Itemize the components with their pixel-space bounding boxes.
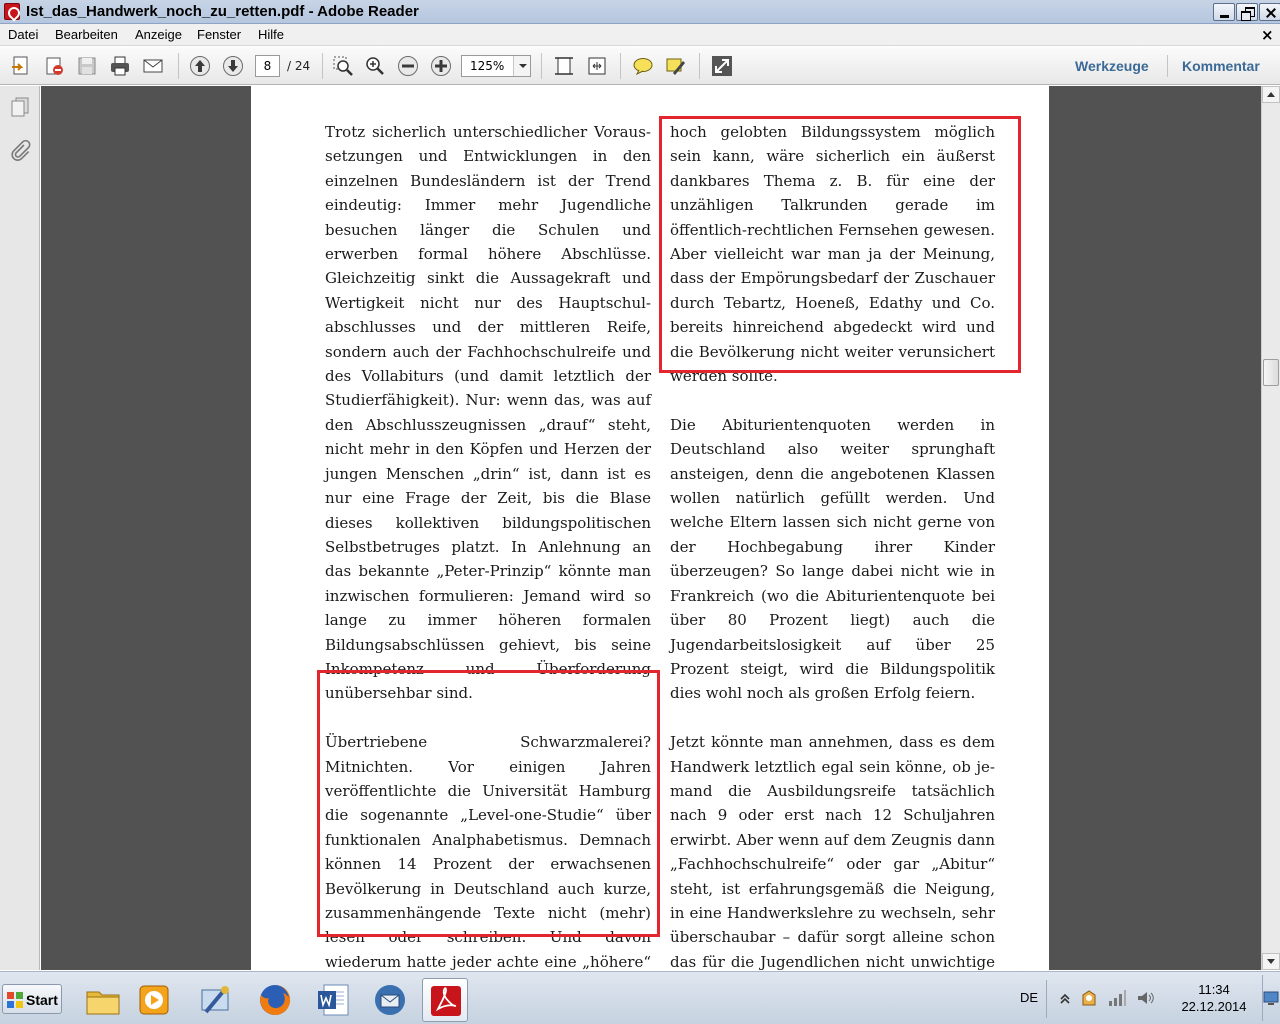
menu-hilfe[interactable]: Hilfe: [258, 27, 284, 42]
menu-datei[interactable]: Datei: [8, 27, 38, 42]
sticky-note-icon[interactable]: [632, 55, 654, 77]
vertical-scrollbar[interactable]: [1261, 86, 1280, 970]
paragraph-right-3: Jetzt könnte man annehmen, dass es dem H…: [670, 733, 995, 970]
highlight-box-top-right: [659, 116, 1021, 373]
fit-page-icon[interactable]: [553, 55, 575, 77]
open-file-icon[interactable]: [43, 55, 65, 77]
minimize-button[interactable]: [1213, 3, 1235, 21]
zoom-in-icon[interactable]: [430, 55, 452, 77]
expand-icon[interactable]: [711, 55, 733, 77]
document-viewport[interactable]: Trotz sicherlich unterschiedlicher Vorau…: [41, 86, 1261, 970]
menu-anzeige[interactable]: Anzeige: [135, 27, 182, 42]
page-number-input[interactable]: 8: [255, 55, 280, 77]
email-icon[interactable]: [142, 55, 164, 77]
toolbar: 8 / 24 125% Werkzeuge Kommentar: [0, 47, 1280, 85]
start-label: Start: [26, 992, 58, 1008]
volume-icon[interactable]: [1136, 989, 1154, 1007]
system-clock[interactable]: 11:34 22.12.2014: [1170, 981, 1258, 1015]
system-tools-icon[interactable]: [193, 978, 239, 1022]
media-player-icon[interactable]: [131, 978, 177, 1022]
start-button[interactable]: Start: [2, 984, 62, 1014]
language-indicator[interactable]: DE: [1020, 990, 1038, 1005]
zoom-tool-icon[interactable]: [364, 55, 386, 77]
page-thumbnails-icon[interactable]: [9, 96, 31, 118]
next-page-icon[interactable]: [222, 55, 244, 77]
print-icon[interactable]: [109, 55, 131, 77]
chevron-down-icon[interactable]: [513, 56, 530, 76]
windows-logo-icon: [7, 992, 23, 1008]
marquee-zoom-icon[interactable]: [332, 55, 354, 77]
save-icon[interactable]: [76, 55, 98, 77]
paragraph-left-1: Trotz sicherlich unterschiedlicher Vorau…: [325, 123, 651, 703]
paragraph-right-2: Die Abiturientenquoten werden in Deutsch…: [670, 415, 995, 703]
show-hidden-icons-icon[interactable]: [1056, 989, 1074, 1007]
clock-time: 11:34: [1198, 982, 1230, 997]
tools-pane-button[interactable]: Werkzeuge: [1075, 58, 1149, 74]
navigation-pane: [0, 86, 40, 970]
clock-date: 22.12.2014: [1181, 999, 1247, 1014]
restore-button[interactable]: [1236, 3, 1258, 21]
action-center-icon[interactable]: [1080, 989, 1098, 1007]
word-icon[interactable]: [311, 978, 357, 1022]
adobe-reader-icon: [4, 3, 20, 20]
scroll-up-button[interactable]: [1262, 86, 1280, 103]
attachments-icon[interactable]: [9, 139, 31, 161]
title-bar: Ist_das_Handwerk_noch_zu_retten.pdf - Ad…: [0, 0, 1280, 24]
close-button[interactable]: [1259, 3, 1280, 21]
menu-bearbeiten[interactable]: Bearbeiten: [55, 27, 118, 42]
monitor-icon: [1263, 991, 1279, 1005]
thunderbird-icon[interactable]: [367, 978, 413, 1022]
previous-page-icon[interactable]: [189, 55, 211, 77]
show-desktop-button[interactable]: [1262, 975, 1279, 1021]
menu-fenster[interactable]: Fenster: [197, 27, 241, 42]
scrollbar-thumb[interactable]: [1263, 359, 1279, 386]
scroll-down-button[interactable]: [1262, 953, 1280, 970]
comment-pane-button[interactable]: Kommentar: [1182, 58, 1260, 74]
adobe-reader-taskbar-icon[interactable]: [422, 978, 468, 1022]
highlight-box-bottom-left: [317, 670, 660, 937]
close-document-icon[interactable]: ×: [1261, 26, 1274, 44]
firefox-icon[interactable]: [252, 978, 298, 1022]
zoom-level-value: 125%: [470, 59, 505, 73]
pdf-page: Trotz sicherlich unterschiedlicher Vorau…: [251, 86, 1049, 970]
highlight-text-icon[interactable]: [665, 55, 687, 77]
taskbar: Start DE 11:34 22.12.2014: [0, 971, 1280, 1024]
zoom-out-icon[interactable]: [397, 55, 419, 77]
zoom-level-select[interactable]: 125%: [461, 55, 531, 77]
explorer-icon[interactable]: [80, 978, 126, 1022]
page-total: / 24: [287, 59, 311, 73]
create-pdf-icon[interactable]: [10, 55, 32, 77]
menu-bar: Datei Bearbeiten Anzeige Fenster Hilfe ×: [0, 24, 1280, 46]
network-icon[interactable]: [1108, 989, 1126, 1007]
window-title: Ist_das_Handwerk_noch_zu_retten.pdf - Ad…: [26, 3, 419, 20]
full-screen-fit-icon[interactable]: [586, 55, 608, 77]
